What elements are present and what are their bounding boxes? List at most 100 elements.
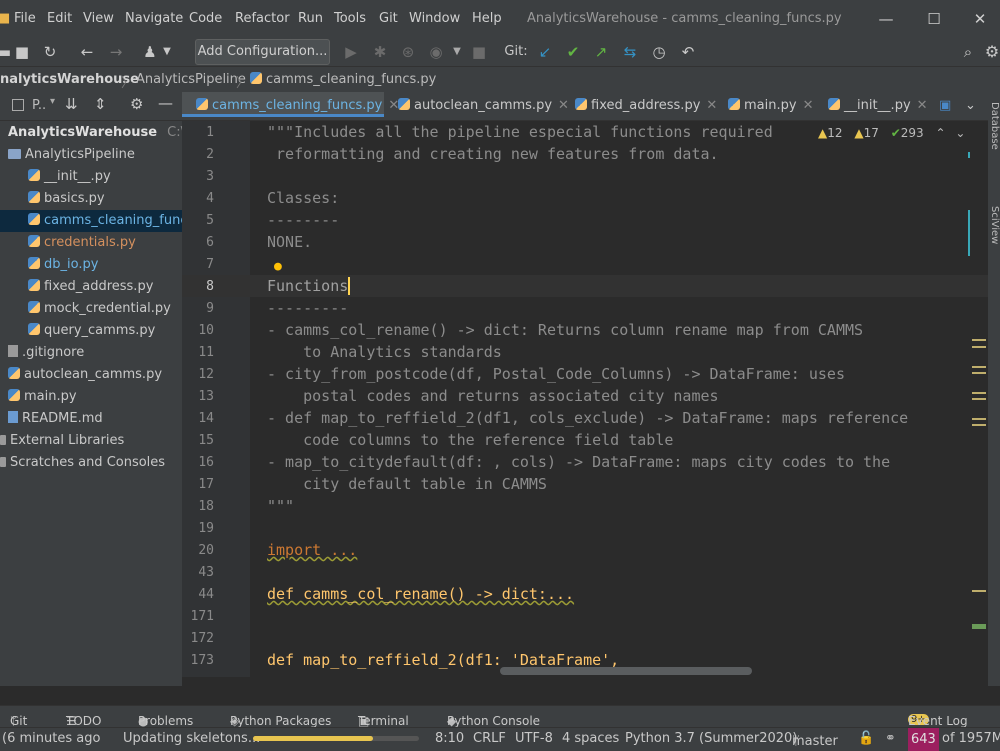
more-tabs-icon[interactable]: ▣	[939, 92, 951, 120]
stop-icon[interactable]: ■	[469, 40, 489, 64]
add-configuration-button[interactable]: Add Configuration...	[195, 39, 330, 65]
tree-item-main[interactable]: main.py	[8, 386, 77, 408]
search-icon[interactable]: ⌕	[958, 40, 978, 64]
error-stripe-marker[interactable]	[972, 372, 986, 374]
menu-navigate[interactable]: Navigate	[125, 11, 183, 26]
menu-view[interactable]: View	[83, 11, 114, 26]
memory-indicator-used[interactable]: 643	[908, 728, 939, 751]
tree-item-autoclean-camms[interactable]: autoclean_camms.py	[8, 364, 162, 386]
inspection-widget[interactable]: ▲12 ▲17 ✔293 ⌃ ⌄	[818, 126, 965, 140]
tree-item-init[interactable]: __init__.py	[28, 166, 111, 188]
coverage-icon[interactable]: ⊛	[398, 40, 418, 64]
maximize-button[interactable]: ☐	[914, 6, 954, 32]
debug-icon[interactable]: ✱	[370, 40, 390, 64]
tree-item-external-libraries[interactable]: External Libraries	[0, 430, 124, 452]
tree-item-analyticspipeline[interactable]: AnalyticsPipeline	[8, 144, 135, 166]
database-tool-tab[interactable]: Database	[988, 102, 1000, 212]
hide-panel-icon[interactable]: —	[158, 94, 173, 112]
error-stripe-marker[interactable]	[972, 418, 986, 420]
run-icon[interactable]: ▶	[341, 40, 361, 64]
settings-icon[interactable]: ⚙	[984, 40, 1000, 64]
memory-indicator-total[interactable]: of 1957M	[942, 731, 1000, 746]
error-stripe-marker[interactable]	[972, 424, 986, 426]
error-stripe-marker[interactable]	[972, 366, 986, 368]
tab-fixed-address[interactable]: fixed_address.py ✕	[575, 92, 717, 120]
collapse-all-icon[interactable]: ⇊	[65, 95, 78, 113]
tab-list-chevron-icon[interactable]: ⌄	[965, 92, 976, 120]
error-stripe-marker[interactable]	[972, 346, 986, 348]
lock-icon[interactable]: 🔓	[858, 731, 874, 746]
git-update-icon[interactable]: ↙	[535, 40, 555, 64]
tree-item-credentials[interactable]: credentials.py	[28, 232, 136, 254]
forward-arrow-icon[interactable]: →	[106, 40, 126, 64]
close-tab-icon[interactable]: ✕	[706, 98, 717, 113]
breadcrumb-folder[interactable]: AnalyticsPipeline	[136, 72, 246, 87]
close-button[interactable]: ✕	[960, 6, 1000, 32]
expand-icon[interactable]: ⇕	[94, 95, 107, 113]
close-tab-icon[interactable]: ✕	[917, 98, 928, 113]
tab-camms-cleaning-funcs[interactable]: camms_cleaning_funcs.py ✕	[182, 92, 399, 117]
tab-autoclean-camms[interactable]: autoclean_camms.py ✕	[398, 92, 569, 120]
error-stripe-marker[interactable]	[972, 590, 986, 592]
menu-code[interactable]: Code	[189, 11, 222, 26]
menu-git[interactable]: Git	[379, 11, 398, 26]
menu-help[interactable]: Help	[472, 11, 502, 26]
rollback-icon[interactable]: ↶	[678, 40, 698, 64]
file-encoding[interactable]: UTF-8	[515, 731, 553, 746]
tab-init[interactable]: __init__.py ✕	[828, 92, 928, 120]
tree-root[interactable]: AnalyticsWarehouse C:\Sam	[8, 122, 182, 144]
chevron-down-icon[interactable]: ▼	[447, 40, 467, 64]
menu-refactor[interactable]: Refactor	[235, 11, 290, 26]
tree-item-basics[interactable]: basics.py	[28, 188, 105, 210]
minimize-button[interactable]: —	[866, 6, 906, 32]
git-compare-icon[interactable]: ⇆	[620, 40, 640, 64]
error-stripe-marker[interactable]	[972, 339, 986, 341]
tree-item-scratches[interactable]: Scratches and Consoles	[0, 452, 165, 474]
chevron-down-icon[interactable]: ⌄	[955, 126, 965, 140]
indent-setting[interactable]: 4 spaces	[562, 731, 619, 746]
tab-main[interactable]: main.py ✕	[728, 92, 813, 120]
error-stripe-marker[interactable]	[968, 210, 970, 256]
code-editor[interactable]: """Includes all the pipeline especial fu…	[250, 121, 988, 677]
status-message[interactable]: (6 minutes ago	[2, 731, 100, 746]
line-separator[interactable]: CRLF	[473, 731, 506, 746]
python-interpreter[interactable]: Python 3.7 (Summer2020)	[625, 731, 797, 746]
tree-item-fixed-address[interactable]: fixed_address.py	[28, 276, 153, 298]
profile-icon[interactable]: ◉	[426, 40, 446, 64]
caret-position[interactable]: 8:10	[435, 731, 464, 746]
save-all-icon[interactable]: ■	[12, 40, 32, 64]
menu-edit[interactable]: Edit	[47, 11, 72, 26]
editor-horizontal-scrollbar[interactable]	[500, 667, 752, 675]
gear-icon[interactable]: ⚙	[130, 95, 143, 113]
sciview-tool-tab[interactable]: SciView	[988, 206, 1000, 296]
menu-run[interactable]: Run	[298, 11, 323, 26]
error-stripe-marker[interactable]	[972, 624, 986, 629]
git-push-icon[interactable]: ↗	[591, 40, 611, 64]
synchronize-icon[interactable]: ↻	[40, 40, 60, 64]
menu-tools[interactable]: Tools	[334, 11, 366, 26]
back-arrow-icon[interactable]: ←	[77, 40, 97, 64]
chevron-down-icon[interactable]: ▼	[157, 40, 177, 64]
close-tab-icon[interactable]: ✕	[803, 98, 814, 113]
inspector-icon[interactable]: ⚭	[885, 731, 896, 746]
lightbulb-icon[interactable]: ●	[274, 259, 282, 274]
error-stripe-marker[interactable]	[972, 392, 986, 394]
history-icon[interactable]: ◷	[649, 40, 669, 64]
breadcrumb-project[interactable]: nalyticsWarehouse	[0, 72, 139, 87]
error-stripe-marker[interactable]	[972, 398, 986, 400]
tree-item-mock-credential[interactable]: mock_credential.py	[28, 298, 171, 320]
tree-item-db-io[interactable]: db_io.py	[28, 254, 98, 276]
tree-item-camms-cleaning-funcs[interactable]: camms_cleaning_funcs.	[0, 210, 182, 232]
tree-item-readme[interactable]: README.md	[8, 408, 103, 430]
chevron-down-icon[interactable]: ▾	[50, 96, 55, 107]
tree-item-gitignore[interactable]: .gitignore	[8, 342, 84, 364]
error-stripe-marker[interactable]	[968, 152, 970, 158]
menu-window[interactable]: Window	[409, 11, 460, 26]
git-commit-icon[interactable]: ✔	[563, 40, 583, 64]
project-view-selector[interactable]: P..	[32, 98, 46, 113]
chevron-up-icon[interactable]: ⌃	[935, 126, 945, 140]
breadcrumb-file[interactable]: camms_cleaning_funcs.py	[250, 72, 436, 87]
background-task[interactable]: Updating skeletons...	[123, 731, 260, 746]
task-progress-bar[interactable]	[253, 736, 419, 741]
close-tab-icon[interactable]: ✕	[558, 98, 569, 113]
